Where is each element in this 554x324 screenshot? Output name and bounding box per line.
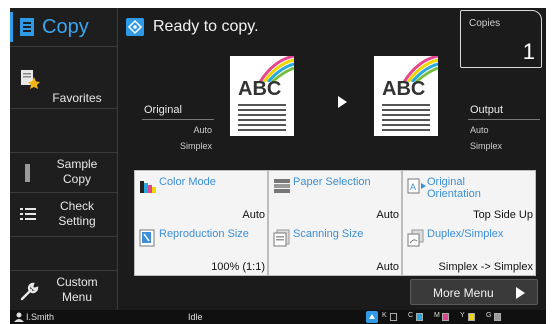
sidebar-item-blank: [10, 108, 118, 152]
scanning-size-button[interactable]: Scanning Size Auto: [269, 223, 401, 275]
tile-title: Duplex/Simplex: [427, 228, 504, 240]
toner-y-label: Y: [460, 312, 465, 319]
favorites-star-icon: [21, 70, 40, 89]
toner-g-level: [494, 313, 501, 321]
function-grid: Color Mode Auto Paper Selection Auto A O…: [134, 170, 536, 276]
tile-title: Reproduction Size: [159, 228, 249, 240]
sample-copy-icon: [25, 164, 30, 182]
copy-app-icon: [20, 18, 34, 36]
toner-c-level: [416, 313, 423, 321]
sidebar-item-label: Custom: [56, 275, 98, 289]
arrow-right-icon: [516, 287, 525, 299]
tile-value: Auto: [376, 209, 399, 221]
machine-state: Idle: [188, 312, 203, 322]
paper-selection-button[interactable]: Paper Selection Auto: [269, 171, 401, 223]
sidebar-item-blank-2: [10, 236, 118, 270]
toner-k-label: K: [382, 312, 387, 319]
tile-title: Color Mode: [159, 176, 216, 188]
sidebar-item-label: Favorites: [52, 91, 102, 105]
output-sides-value: Simplex: [470, 141, 503, 151]
status-message: Ready to copy.: [153, 18, 259, 35]
tile-value: Simplex -> Simplex: [438, 261, 533, 273]
paper-tray-icon: [274, 179, 290, 193]
document-text-lines: [382, 104, 430, 134]
list-icon: [20, 208, 36, 220]
reproduction-size-button[interactable]: Reproduction Size 100% (1:1): [135, 223, 267, 275]
user-icon: [14, 312, 24, 322]
tile-value: 100% (1:1): [211, 261, 265, 273]
header: Ready to copy. Copies 1: [118, 8, 546, 68]
sidebar-item-label: Setting: [58, 214, 96, 228]
original-color-value: Auto: [193, 125, 212, 135]
document-sample-text: ABC: [238, 78, 282, 100]
toner-c-label: C: [408, 312, 414, 319]
sidebar-item-sample-copy[interactable]: Sample Copy: [10, 152, 118, 192]
original-label: Original: [144, 104, 182, 116]
duplex-simplex-button[interactable]: Duplex/Simplex Simplex -> Simplex: [403, 223, 535, 275]
reproduction-size-icon: [139, 229, 155, 247]
color-mode-button[interactable]: Color Mode Auto: [135, 171, 267, 223]
more-menu-label: More Menu: [433, 286, 494, 300]
tile-title: Orientation: [427, 188, 481, 200]
original-document-preview: ABC: [230, 56, 294, 136]
tile-title: Original: [427, 176, 465, 188]
tile-title: Scanning Size: [293, 228, 364, 240]
toner-m-level: [442, 313, 449, 321]
svg-text:A: A: [410, 182, 416, 192]
toner-status-icon: [366, 311, 378, 323]
sidebar-item-check-setting[interactable]: Check Setting: [10, 192, 118, 236]
accent-bar: [10, 12, 13, 42]
more-menu-button[interactable]: More Menu: [410, 279, 538, 305]
copies-label: Copies: [469, 18, 501, 29]
arrow-right-icon: [338, 96, 347, 108]
sidebar-item-label: Check: [59, 199, 94, 213]
copy-preview: Original Auto Simplex ABC ABC Output Aut…: [118, 46, 546, 170]
sidebar-item-custom-menu[interactable]: Custom Menu: [10, 270, 118, 310]
app-title: Copy: [42, 15, 89, 38]
output-label: Output: [470, 104, 504, 116]
color-mode-icon: [140, 181, 156, 193]
sidebar-item-label: Copy: [62, 172, 91, 186]
output-color-value: Auto: [470, 125, 489, 135]
wrench-icon: [20, 282, 39, 301]
copy-screen: Copy Favorites Sample Copy Check Setting…: [10, 8, 546, 324]
app-title-bar: Copy: [10, 8, 118, 46]
original-sides-value: Simplex: [179, 141, 212, 151]
toner-g-label: G: [486, 312, 492, 319]
tile-value: Top Side Up: [473, 209, 533, 221]
divider: [142, 119, 214, 120]
ready-status-icon: [126, 18, 144, 36]
document-sample-text: ABC: [382, 78, 426, 100]
output-document-preview: ABC: [374, 56, 438, 136]
sidebar-item-favorites[interactable]: Favorites: [10, 46, 118, 108]
document-text-lines: [238, 104, 286, 134]
tile-title: Paper Selection: [293, 176, 371, 188]
tile-value: Auto: [376, 261, 399, 273]
tile-value: Auto: [242, 209, 265, 221]
toner-k-level: [390, 313, 397, 321]
user-name: I.Smith: [26, 312, 55, 322]
duplex-icon: [407, 229, 424, 247]
original-orientation-button[interactable]: A Original Orientation Top Side Up: [403, 171, 535, 223]
sidebar-item-label: Menu: [61, 290, 93, 304]
sidebar-item-label: Sample: [56, 157, 98, 171]
orientation-icon: A: [407, 178, 426, 194]
status-bar: I.Smith Idle K C M Y G: [10, 310, 546, 324]
toner-y-level: [468, 313, 475, 321]
sidebar: Copy Favorites Sample Copy Check Setting…: [10, 8, 118, 310]
scanning-size-icon: [273, 229, 290, 247]
toner-m-label: M: [434, 312, 440, 319]
divider: [468, 119, 540, 120]
